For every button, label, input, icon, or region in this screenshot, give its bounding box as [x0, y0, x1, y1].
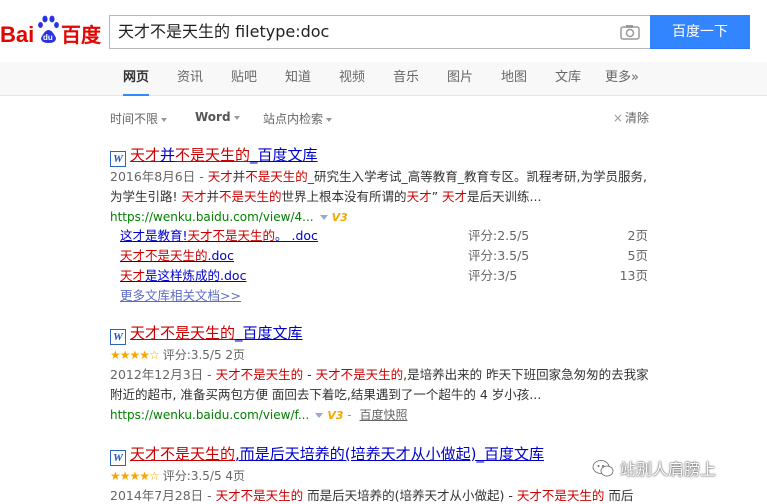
filter-bar: 时间不限 Word 站点内检索 × 清除 — [0, 100, 767, 134]
wechat-icon — [592, 459, 614, 479]
tab-tieba[interactable]: 贴吧 — [231, 62, 257, 96]
result-title[interactable]: W 天才并不是天生的_百度文库 — [110, 145, 650, 167]
tab-wenku[interactable]: 文库 — [555, 62, 581, 96]
snapshot-link[interactable]: 百度快照 — [359, 408, 407, 422]
tab-music[interactable]: 音乐 — [393, 62, 419, 96]
doc-pages: 5页 — [627, 248, 648, 263]
baidu-logo[interactable]: Bai du 百度 — [0, 10, 104, 50]
word-doc-icon: W — [110, 151, 126, 167]
result-title[interactable]: W 天才不是天生的,而是后天培养的(培养天才从小做起)_百度文库 — [110, 444, 650, 466]
result-title[interactable]: W 天才不是天生的_百度文库 — [110, 323, 650, 345]
chevron-down-icon — [233, 115, 240, 120]
result-url[interactable]: https://wenku.baidu.com/view/4... V3 — [110, 207, 650, 228]
chevron-down-icon[interactable] — [315, 412, 324, 418]
word-doc-icon: W — [110, 329, 126, 345]
doc-pages: 2页 — [627, 228, 648, 243]
v3-badge: V3 — [331, 211, 348, 224]
chevron-down-icon — [161, 117, 168, 122]
list-item: 这才是教育!天才不是天生的。 .doc 评分:2.5/5 2页 — [120, 226, 650, 246]
tab-zhidao[interactable]: 知道 — [285, 62, 311, 96]
chevron-down-icon[interactable] — [319, 214, 328, 220]
rating-stars-icon: ★★★★☆ — [110, 469, 160, 483]
tab-more[interactable]: 更多» — [605, 62, 639, 96]
search-result: W 天才并不是天生的_百度文库 2016年8月6日 - 天才并不是天生的_研究生入… — [110, 145, 650, 228]
result-url[interactable]: https://wenku.baidu.com/view/f... V3 - 百度… — [110, 405, 650, 426]
list-item: 天才是这样炼成的.doc 评分:3/5 13页 — [120, 266, 650, 286]
doc-link[interactable]: 这才是教育!天才不是天生的。 .doc — [120, 226, 318, 246]
result-abstract: 2016年8月6日 - 天才并不是天生的_研究生入学考试_高等教育_教育专区。凯… — [110, 169, 647, 204]
tab-map[interactable]: 地图 — [501, 62, 527, 96]
search-result: W 天才不是天生的,而是后天培养的(培养天才从小做起)_百度文库 ★★★★☆ 评分:… — [110, 444, 650, 504]
tab-web[interactable]: 网页 — [123, 62, 150, 96]
v3-badge: V3 — [327, 409, 344, 422]
nav-tabs: 网页 资讯 贴吧 知道 视频 音乐 图片 地图 文库 更多» — [0, 62, 767, 96]
svg-text:百度: 百度 — [61, 23, 102, 47]
clear-filters-button[interactable]: × 清除 — [613, 109, 649, 126]
rating-stars-icon: ★★★★☆ — [110, 348, 160, 362]
svg-text:Bai: Bai — [0, 22, 34, 47]
word-doc-icon: W — [110, 450, 126, 466]
doc-score: 评分:3.5/5 — [468, 248, 530, 263]
close-icon: × — [612, 111, 623, 125]
doc-score: 评分:3/5 — [468, 268, 518, 283]
search-button[interactable]: 百度一下 — [650, 15, 750, 49]
doc-pages: 13页 — [619, 268, 648, 283]
doc-score: 评分:2.5/5 — [468, 228, 530, 243]
format-filter[interactable]: Word — [195, 110, 240, 124]
chevron-down-icon — [326, 117, 333, 122]
more-docs-link[interactable]: 更多文库相关文档>> — [120, 286, 650, 306]
search-input[interactable]: 天才不是天生的 filetype:doc — [118, 16, 608, 48]
doc-link[interactable]: 天才不是天生的.doc — [120, 246, 234, 266]
result-abstract: 2014年7月28日 - 天才不是天生的 而是后天培养的(培养天才从小做起) -… — [110, 488, 634, 503]
search-result: W 天才不是天生的_百度文库 ★★★★☆ 评分:3.5/5 2页 2012年12月3… — [110, 323, 650, 426]
result-abstract: 2012年12月3日 - 天才不是天生的 - 天才不是天生的,是培养出来的 昨天… — [110, 367, 649, 402]
time-filter[interactable]: 时间不限 — [110, 110, 168, 127]
tab-news[interactable]: 资讯 — [177, 62, 203, 96]
watermark: 站别人肩膀上 — [592, 455, 767, 485]
related-docs-list: 这才是教育!天才不是天生的。 .doc 评分:2.5/5 2页 天才不是天生的.… — [120, 226, 650, 306]
tab-video[interactable]: 视频 — [339, 62, 365, 96]
camera-icon[interactable] — [620, 24, 640, 40]
search-box[interactable]: 天才不是天生的 filetype:doc — [109, 15, 650, 49]
doc-link[interactable]: 天才是这样炼成的.doc — [120, 266, 246, 286]
result-rating: ★★★★☆ 评分:3.5/5 2页 — [110, 348, 246, 362]
svg-text:du: du — [43, 33, 53, 42]
result-rating: ★★★★☆ 评分:3.5/5 4页 — [110, 469, 246, 483]
header: Bai du 百度 天才不是天生的 filetype:doc 百度一下 — [0, 0, 767, 62]
site-filter[interactable]: 站点内检索 — [263, 110, 333, 127]
tab-images[interactable]: 图片 — [447, 62, 473, 96]
list-item: 天才不是天生的.doc 评分:3.5/5 5页 — [120, 246, 650, 266]
